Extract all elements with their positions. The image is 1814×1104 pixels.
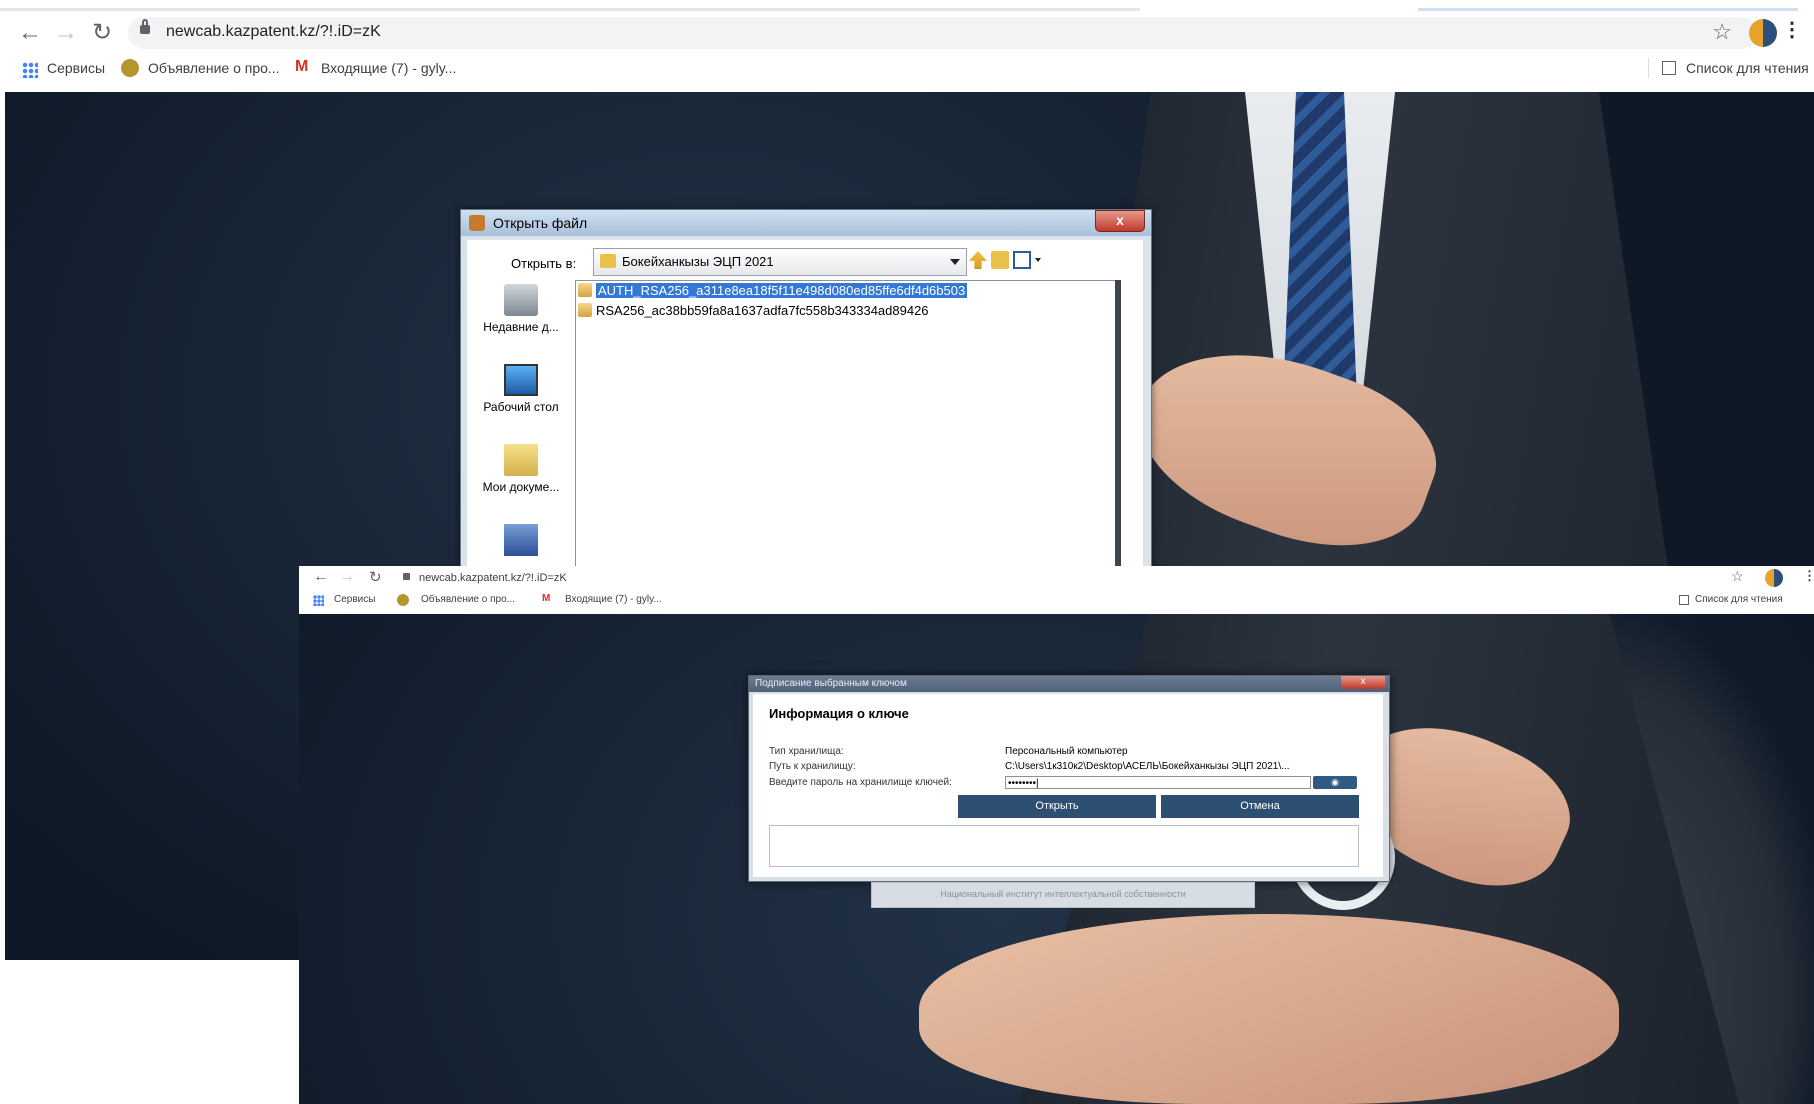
reading-list-icon[interactable] <box>1679 595 1689 605</box>
reading-list-icon[interactable] <box>1662 61 1676 75</box>
close-button[interactable]: x <box>1095 210 1145 232</box>
apps-grid-icon[interactable] <box>22 62 38 78</box>
certificate-file-icon <box>578 283 592 297</box>
file-name: RSA256_ac38bb59fa8a1637adfa7fc558b343334… <box>596 303 929 318</box>
new-folder-icon[interactable] <box>991 251 1009 269</box>
message-area <box>769 825 1359 867</box>
places-sidebar: Недавние д... Рабочий стол Мои докуме... <box>471 282 571 566</box>
bookmark-globe-icon <box>397 594 409 606</box>
browser-chrome: ← → ↻ newcab.kazpatent.kz/?!.iD=zK ☆ ⋮ С… <box>0 0 1814 92</box>
reading-list-link[interactable]: Список для чтения <box>1686 60 1809 76</box>
reload-icon[interactable]: ↻ <box>86 17 118 49</box>
load-progress-bar-2 <box>1418 8 1798 11</box>
reading-list-link[interactable]: Список для чтения <box>1695 594 1783 605</box>
forward-arrow-icon[interactable]: → <box>50 17 82 49</box>
bookmark-announcement[interactable]: Объявление о про... <box>148 60 280 76</box>
password-label: Введите пароль на хранилище ключей: <box>769 777 952 788</box>
file-item[interactable]: AUTH_RSA256_a311e8ea18f5f11e498d080ed85f… <box>578 283 968 301</box>
bookmark-services[interactable]: Сервисы <box>47 60 105 76</box>
close-button[interactable]: x <box>1341 676 1385 689</box>
navigation-bar: ← → ↻ newcab.kazpatent.kz/?!.iD=zK ☆ ⋮ <box>0 13 1814 53</box>
password-input[interactable]: ••••••••| <box>1005 776 1311 789</box>
second-navigation-bar: ← → ↻ newcab.kazpatent.kz/?!.iD=zK ☆ ⋮ <box>299 566 1814 590</box>
place-documents[interactable]: Мои докуме... <box>471 444 571 494</box>
look-in-label: Открыть в: <box>511 256 577 271</box>
recent-documents-icon <box>504 284 538 316</box>
view-menu-chevron-icon[interactable] <box>1035 258 1041 262</box>
bookmarks-bar: Сервисы Объявление о про... M Входящие (… <box>0 56 1814 80</box>
gmail-icon: M <box>542 593 551 604</box>
dialog-title: Открыть файл <box>493 215 588 231</box>
certificate-file-icon <box>578 303 592 317</box>
storage-path-value: C:\Users\1к310к2\Desktop\АСЕЛЬ\Бокейханк… <box>1005 761 1290 772</box>
footer-strip: Национальный институт интеллектуальной с… <box>871 882 1255 908</box>
bookmarks-divider <box>1648 58 1649 78</box>
bookmark-inbox[interactable]: Входящие (7) - gyly... <box>565 594 662 605</box>
lock-icon <box>403 573 410 580</box>
browser-menu-icon[interactable]: ⋮ <box>1803 568 1814 584</box>
reload-icon[interactable]: ↻ <box>369 568 382 586</box>
documents-icon <box>504 444 538 476</box>
load-progress-bar <box>0 8 1140 11</box>
apps-grid-icon[interactable] <box>313 595 324 606</box>
look-in-value: Бокейханкызы ЭЦП 2021 <box>622 254 774 269</box>
dialog-body: Открыть в: Бокейханкызы ЭЦП 2021 Недавни… <box>467 240 1143 568</box>
file-name: AUTH_RSA256_a311e8ea18f5f11e498d080ed85f… <box>596 283 968 298</box>
sign-key-dialog: Подписание выбранным ключом x Информация… <box>748 675 1390 882</box>
computer-icon <box>504 524 538 556</box>
desktop-icon <box>504 364 538 396</box>
url-text[interactable]: newcab.kazpatent.kz/?!.iD=zK <box>419 572 567 584</box>
bookmark-services[interactable]: Сервисы <box>334 594 375 605</box>
storage-type-label: Тип хранилища: <box>769 746 844 757</box>
dialog-title-bar: Подписание выбранным ключом x <box>749 676 1389 692</box>
storage-path-label: Путь к хранилищу: <box>769 761 856 772</box>
dialog-title-bar: Открыть файл x <box>461 210 1151 236</box>
place-documents-label: Мои докуме... <box>482 480 560 494</box>
place-desktop-label: Рабочий стол <box>483 400 559 414</box>
place-computer[interactable] <box>471 524 571 560</box>
place-desktop[interactable]: Рабочий стол <box>471 364 571 414</box>
blank-region <box>0 960 300 1104</box>
folder-icon <box>600 254 616 268</box>
profile-avatar[interactable] <box>1765 569 1783 587</box>
bookmark-globe-icon <box>121 59 139 77</box>
chevron-down-icon[interactable] <box>950 259 960 265</box>
bookmark-inbox[interactable]: Входящие (7) - gyly... <box>321 60 456 76</box>
cupped-hands-shape <box>919 914 1619 1104</box>
view-menu-icon[interactable] <box>1013 251 1031 269</box>
show-password-eye-icon[interactable]: ◉ <box>1313 776 1357 789</box>
forward-arrow-icon[interactable]: → <box>339 568 355 586</box>
footer-text: Национальный институт интеллектуальной с… <box>940 889 1186 899</box>
dialog-body: Информация о ключе Тип хранилища: Персон… <box>753 694 1383 877</box>
second-bookmarks-bar: Сервисы Объявление о про... M Входящие (… <box>299 590 1814 612</box>
key-info-heading: Информация о ключе <box>769 706 909 721</box>
place-recent-label: Недавние д... <box>483 320 559 334</box>
bookmark-star-icon[interactable]: ☆ <box>1731 568 1744 585</box>
open-button[interactable]: Открыть <box>958 795 1156 818</box>
open-file-dialog: Открыть файл x Открыть в: Бокейханкызы Э… <box>460 209 1152 571</box>
bookmark-star-icon[interactable]: ☆ <box>1712 19 1732 45</box>
file-list[interactable]: AUTH_RSA256_a311e8ea18f5f11e498d080ed85f… <box>575 280 1117 568</box>
browser-menu-icon[interactable]: ⋮ <box>1782 17 1802 42</box>
place-recent[interactable]: Недавние д... <box>471 284 571 334</box>
look-in-combobox[interactable]: Бокейханкызы ЭЦП 2021 <box>593 248 967 276</box>
profile-avatar[interactable] <box>1749 19 1777 47</box>
second-browser-screenshot: ← → ↻ newcab.kazpatent.kz/?!.iD=zK ☆ ⋮ С… <box>299 566 1814 1104</box>
back-arrow-icon[interactable]: ← <box>14 17 46 49</box>
gmail-icon: M <box>295 58 309 75</box>
back-arrow-icon[interactable]: ← <box>313 568 329 586</box>
up-folder-icon[interactable] <box>969 251 987 269</box>
storage-type-value: Персональный компьютер <box>1005 746 1128 757</box>
dialog-title: Подписание выбранным ключом <box>755 678 907 689</box>
cancel-button[interactable]: Отмена <box>1161 795 1359 818</box>
dialog-scrollbar[interactable] <box>1115 280 1121 566</box>
lock-icon <box>140 19 150 34</box>
bookmark-announcement[interactable]: Объявление о про... <box>421 594 515 605</box>
java-icon <box>469 215 485 231</box>
file-item[interactable]: RSA256_ac38bb59fa8a1637adfa7fc558b343334… <box>578 303 929 321</box>
url-text[interactable]: newcab.kazpatent.kz/?!.iD=zK <box>166 23 381 41</box>
